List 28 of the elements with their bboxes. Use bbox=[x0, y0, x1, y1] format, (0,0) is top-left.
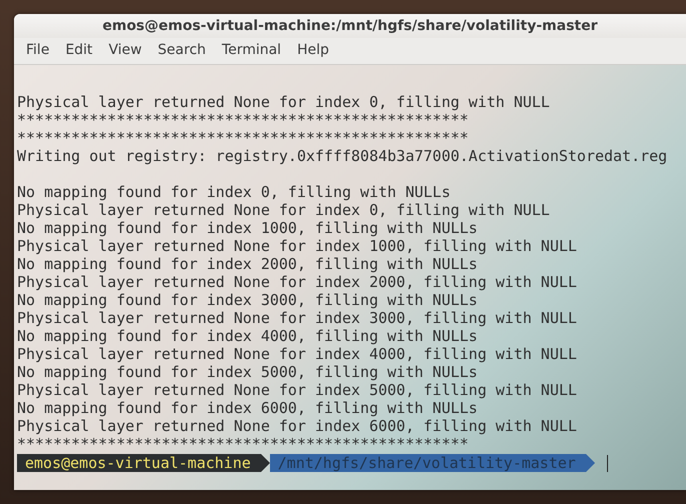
prompt-end-icon bbox=[586, 454, 595, 472]
terminal-line: Physical layer returned None for index 0, filling with NULL bbox=[17, 93, 551, 111]
terminal-line: No mapping found for index 6000, filling with NULLs bbox=[17, 399, 479, 417]
terminal-line: ************************************************** bbox=[17, 129, 470, 147]
menu-item[interactable]: Terminal bbox=[214, 40, 290, 60]
terminal-line: Physical layer returned None for index 0, filling with NULL bbox=[17, 201, 551, 219]
menu-item[interactable]: Edit bbox=[57, 40, 101, 60]
window-title: emos@emos-virtual-machine:/mnt/hgfs/share/volatility-master bbox=[14, 14, 686, 38]
menu-item[interactable]: Help bbox=[289, 40, 337, 60]
menu-item[interactable]: Search bbox=[150, 40, 214, 60]
terminal-line: No mapping found for index 2000, filling with NULLs bbox=[17, 255, 479, 273]
terminal-line: Physical layer returned None for index 6000, filling with NULL bbox=[17, 417, 578, 435]
menu-item[interactable]: File bbox=[18, 40, 58, 60]
terminal-line: No mapping found for index 1000, filling with NULLs bbox=[17, 219, 479, 237]
terminal-line: Physical layer returned None for index 5000, filling with NULL bbox=[17, 381, 578, 399]
terminal-line: No mapping found for index 3000, filling with NULLs bbox=[17, 291, 479, 309]
terminal-line: No mapping found for index 5000, filling with NULLs bbox=[17, 363, 479, 381]
menu-item[interactable]: View bbox=[100, 40, 150, 60]
text-cursor bbox=[606, 454, 608, 472]
terminal-line: Writing out registry: registry.0xffff8084b3a77000.ActivationStoredat.reg bbox=[17, 147, 668, 165]
terminal-line: ************************************************** bbox=[17, 435, 470, 453]
terminal-line: No mapping found for index 4000, filling with NULLs bbox=[17, 327, 479, 345]
terminal-line: Physical layer returned None for index 1000, filling with NULL bbox=[17, 237, 578, 255]
terminal-line: Physical layer returned None for index 3000, filling with NULL bbox=[17, 309, 578, 327]
terminal-line: ************************************************** bbox=[17, 111, 470, 129]
terminal-line: Physical layer returned None for index 4000, filling with NULL bbox=[17, 345, 578, 363]
terminal-line: No mapping found for index 0, filling with NULLs bbox=[17, 183, 452, 201]
terminal-line: Physical layer returned None for index 2000, filling with NULL bbox=[17, 273, 578, 291]
